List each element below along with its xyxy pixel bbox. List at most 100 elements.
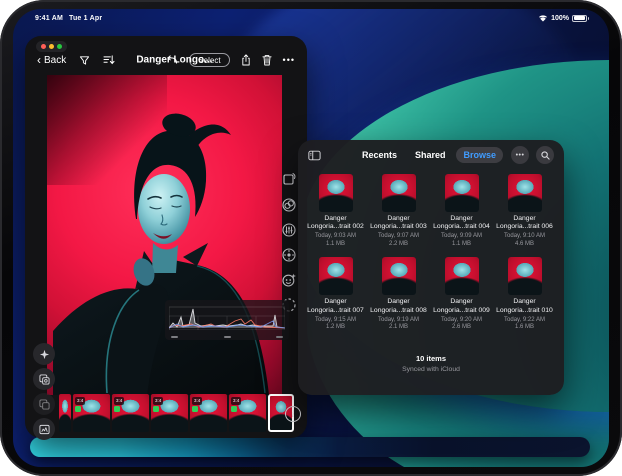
- filmstrip-thumb[interactable]: 3:4: [151, 394, 188, 432]
- ipad-screen: 9:41 AM Tue 1 Apr 100% ‹ Back Danger Lon…: [13, 9, 609, 467]
- file-name: Danger: [324, 298, 347, 306]
- portrait-photo: [53, 113, 269, 395]
- file-name: Danger: [450, 298, 473, 306]
- file-item[interactable]: Danger Longoria...trait 004 Today, 9:09 A…: [430, 172, 493, 255]
- crop-tool-icon[interactable]: [279, 170, 299, 190]
- filmstrip-thumb[interactable]: 3:4: [73, 394, 110, 432]
- more-options-icon[interactable]: •••: [283, 55, 295, 65]
- editor-toolbar: ‹ Back Danger Longo... Select •••: [25, 49, 307, 71]
- aspect-badge: 3:4: [153, 397, 164, 405]
- filters-tool-icon[interactable]: [279, 195, 299, 215]
- filmstrip-thumb[interactable]: [59, 394, 71, 432]
- file-item[interactable]: Danger Longoria...trait 006 Today, 9:10 A…: [493, 172, 556, 255]
- wifi-icon: [539, 15, 548, 22]
- file-name: Danger: [324, 215, 347, 222]
- exposure-tool-icon[interactable]: [279, 245, 299, 265]
- background-window-shelf[interactable]: [30, 437, 590, 457]
- file-name: Longoria...trait 004: [433, 223, 490, 231]
- file-name: Danger: [387, 215, 410, 222]
- file-item[interactable]: Danger Longoria...trait 007 Today, 9:15 A…: [304, 255, 367, 338]
- file-name: Longoria...trait 007: [307, 306, 364, 314]
- photo-editor-window: ‹ Back Danger Longo... Select ••• 3:4 3:…: [25, 36, 307, 440]
- files-search-button[interactable]: [536, 146, 554, 164]
- file-size: 2.2 MB: [388, 241, 408, 248]
- file-name: Danger: [387, 298, 410, 306]
- filmstrip-thumb[interactable]: 3:4: [112, 394, 149, 432]
- auto-enhance-button[interactable]: [33, 343, 55, 365]
- file-date: Today, 9:07 AM: [378, 233, 419, 240]
- file-item[interactable]: Danger Longoria...trait 002 Today, 9:03 A…: [304, 172, 367, 255]
- tab-shared[interactable]: Shared: [408, 147, 453, 163]
- files-grid: Danger Longoria...trait 002 Today, 9:03 A…: [304, 172, 558, 338]
- file-thumbnail: [381, 257, 416, 296]
- file-item[interactable]: Danger Longoria...trait 009 Today, 9:20 A…: [430, 255, 493, 338]
- status-time: 9:41 AM: [35, 14, 63, 22]
- histogram-ticks: [171, 336, 283, 338]
- file-name: Danger: [513, 298, 536, 306]
- file-thumbnail: [444, 257, 479, 296]
- filter-icon[interactable]: [79, 55, 90, 66]
- file-name: Longoria...trait 008: [370, 306, 427, 314]
- file-item[interactable]: Danger Longoria...trait 010 Today, 9:22 A…: [493, 255, 556, 338]
- file-name: Longoria...trait 002: [307, 223, 364, 231]
- aspect-badge: 3:4: [192, 397, 203, 405]
- file-date: Today, 9:19 AM: [378, 316, 419, 323]
- file-thumbnail: [507, 174, 542, 212]
- search-icon: [540, 150, 550, 160]
- file-date: Today, 9:20 AM: [441, 316, 482, 323]
- filmstrip-thumb[interactable]: 3:4: [190, 394, 227, 432]
- chevron-left-icon: ‹: [37, 52, 41, 67]
- item-count: 10 items: [415, 354, 447, 363]
- file-name: Danger: [513, 215, 536, 222]
- file-size: 1.6 MB: [514, 324, 534, 331]
- sort-icon[interactable]: [103, 55, 115, 65]
- battery-percent: 100%: [551, 14, 569, 22]
- file-size: 4.6 MB: [514, 241, 534, 248]
- file-size: 1.2 MB: [325, 324, 345, 331]
- histogram-toggle-button[interactable]: [33, 418, 55, 440]
- file-date: Today, 9:10 AM: [504, 233, 545, 240]
- file-size: 1.1 MB: [325, 241, 345, 248]
- sync-status: Synced with iCloud: [402, 366, 460, 373]
- info-button[interactable]: i: [285, 406, 301, 422]
- tab-recents[interactable]: Recents: [355, 147, 404, 163]
- file-size: 1.1 MB: [451, 241, 471, 248]
- adjust-tool-icon[interactable]: [279, 220, 299, 240]
- sidebar-toggle-icon[interactable]: [308, 150, 321, 161]
- paste-edits-button[interactable]: [33, 393, 55, 415]
- tab-browse[interactable]: Browse: [456, 147, 503, 163]
- filmstrip[interactable]: 3:4 3:4 3:4 3:4 3:4: [59, 394, 294, 432]
- copy-edits-button[interactable]: [33, 368, 55, 390]
- file-thumbnail: [507, 257, 542, 296]
- file-name: Danger: [450, 215, 473, 222]
- file-item[interactable]: Danger Longoria...trait 003 Today, 9:07 A…: [367, 172, 430, 255]
- photo-canvas[interactable]: [47, 75, 282, 395]
- document-title: Danger Longo...: [136, 54, 213, 66]
- filmstrip-thumb[interactable]: 3:4: [229, 394, 266, 432]
- file-date: Today, 9:03 AM: [315, 233, 356, 240]
- file-date: Today, 9:09 AM: [441, 233, 482, 240]
- share-icon[interactable]: [241, 54, 251, 66]
- files-more-button[interactable]: •••: [511, 146, 529, 164]
- trash-icon[interactable]: [262, 54, 272, 66]
- edited-indicator-icon: [153, 406, 159, 412]
- file-name: Longoria...trait 009: [433, 306, 490, 314]
- file-item[interactable]: Danger Longoria...trait 008 Today, 9:19 A…: [367, 255, 430, 338]
- file-date: Today, 9:15 AM: [315, 316, 356, 323]
- files-tabs: Recents Shared Browse: [355, 147, 503, 163]
- file-thumbnail: [318, 257, 353, 296]
- histogram-panel[interactable]: [165, 300, 289, 340]
- files-browser-window: Recents Shared Browse ••• Danger Longori…: [298, 140, 564, 395]
- histogram-chart: [169, 306, 285, 330]
- file-name: Longoria...trait 006: [496, 223, 553, 231]
- retouch-tool-icon[interactable]: [279, 270, 299, 290]
- file-size: 2.6 MB: [451, 324, 471, 331]
- back-button[interactable]: ‹ Back: [37, 52, 66, 67]
- file-thumbnail: [318, 174, 353, 212]
- battery-icon: [572, 14, 589, 22]
- files-header: Recents Shared Browse •••: [298, 140, 564, 170]
- aspect-badge: 3:4: [231, 397, 242, 405]
- status-date: Tue 1 Apr: [68, 14, 103, 22]
- aspect-badge: 3:4: [114, 397, 125, 405]
- file-date: Today, 9:22 AM: [504, 316, 545, 323]
